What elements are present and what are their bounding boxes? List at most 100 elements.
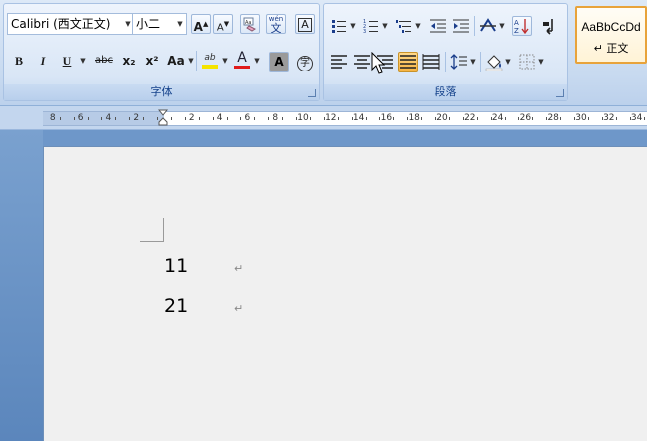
dialog-launcher-icon[interactable] xyxy=(556,89,564,97)
highlight-button[interactable]: ab xyxy=(200,50,220,70)
multilevel-list-icon xyxy=(396,20,411,33)
chevron-down-icon[interactable]: ▼ xyxy=(221,51,229,71)
ruler-tick-label: 20 xyxy=(436,113,448,123)
ruler-tick-label: 8 xyxy=(49,113,56,123)
bullets-button[interactable] xyxy=(329,16,349,36)
chevron-down-icon[interactable]: ▼ xyxy=(414,16,422,36)
separator xyxy=(474,16,475,36)
bold-button[interactable]: B xyxy=(9,51,29,71)
chevron-down-icon[interactable]: ▼ xyxy=(381,16,389,36)
chevron-down-icon[interactable]: ▼ xyxy=(498,16,506,36)
increase-indent-button[interactable] xyxy=(451,16,471,36)
ruler-tick-label: 12 xyxy=(325,113,337,123)
chevron-down-icon[interactable]: ▼ xyxy=(537,52,545,72)
chevron-down-icon[interactable]: ▼ xyxy=(469,52,477,72)
align-center-button[interactable] xyxy=(352,52,372,72)
underline-button[interactable]: U xyxy=(57,51,77,71)
ruler-minor-tick xyxy=(615,117,617,120)
sort-button[interactable]: AZ xyxy=(512,16,532,36)
ruler-minor-tick xyxy=(268,117,270,120)
separator xyxy=(445,52,446,72)
chinese-layout-button[interactable] xyxy=(478,16,498,36)
numbering-button[interactable]: 123 xyxy=(361,16,381,36)
decrease-indent-button[interactable] xyxy=(428,16,448,36)
distributed-button[interactable] xyxy=(421,52,441,72)
strikethrough-button[interactable]: abc xyxy=(92,51,116,71)
chevron-down-icon[interactable]: ▼ xyxy=(253,51,261,71)
char-shading-button[interactable]: A xyxy=(269,52,289,72)
ruler-minor-tick xyxy=(73,117,75,120)
margin-corner-mark xyxy=(140,218,164,242)
font-group: Calibri (西文正文) ▼ 小二 ▼ A▲ A▼ Aa wén 文 A B … xyxy=(3,3,320,101)
ruler-tick-label: 18 xyxy=(408,113,420,123)
style-normal-tile[interactable]: AaBbCcDd ↵ 正文 xyxy=(575,6,647,64)
document-line-2[interactable]: 21 xyxy=(164,295,188,317)
increase-indent-icon xyxy=(453,19,469,33)
borders-button[interactable] xyxy=(517,52,537,72)
line-spacing-button[interactable] xyxy=(449,52,469,72)
superscript-button[interactable]: x² xyxy=(142,51,162,71)
highlight-label: ab xyxy=(204,53,216,63)
style-preview-text: AaBbCcDd xyxy=(581,20,641,34)
horizontal-ruler[interactable]: 8 6 4 2 2 4 6 8 10 12 14 16 18 20 22 24 26 28 30 32 34 xyxy=(43,111,647,126)
ruler-tick-label: 28 xyxy=(547,113,559,123)
ruler-minor-tick xyxy=(379,117,381,120)
chevron-down-icon[interactable]: ▼ xyxy=(79,51,87,71)
ruler-tick-label: 4 xyxy=(216,113,223,123)
ruler-minor-tick xyxy=(476,117,478,120)
shrink-font-button[interactable]: A▼ xyxy=(213,14,233,34)
document-page[interactable] xyxy=(43,146,647,441)
chevron-down-icon[interactable]: ▼ xyxy=(504,52,512,72)
ruler-minor-tick xyxy=(393,117,395,120)
document-line-1[interactable]: 11 xyxy=(164,255,188,277)
subscript-button[interactable]: x₂ xyxy=(119,51,139,71)
highlight-color-bar xyxy=(202,65,218,69)
ruler-minor-tick xyxy=(240,117,242,120)
paragraph-group-label: 段落 xyxy=(324,84,567,100)
justify-icon xyxy=(400,55,416,69)
eraser-icon: Aa xyxy=(243,17,256,32)
font-name-value: Calibri (西文正文) xyxy=(11,17,111,31)
font-size-combo[interactable]: 小二 ▼ xyxy=(132,13,187,35)
align-left-button[interactable] xyxy=(329,52,349,72)
char-border-button[interactable]: A xyxy=(295,14,315,34)
svg-text:3: 3 xyxy=(363,29,366,35)
shading-button[interactable] xyxy=(484,52,504,72)
paint-bucket-icon xyxy=(485,55,503,71)
grow-font-button[interactable]: A▲ xyxy=(191,14,211,34)
multilevel-list-button[interactable] xyxy=(394,16,414,36)
italic-button[interactable]: I xyxy=(33,51,53,71)
border-icon xyxy=(519,54,535,70)
chevron-down-icon[interactable]: ▼ xyxy=(349,16,357,36)
phonetic-guide-button[interactable]: wén 文 xyxy=(266,14,286,34)
chevron-down-icon[interactable]: ▼ xyxy=(187,51,195,71)
enclose-char-button[interactable]: 字 xyxy=(295,52,315,72)
ruler-minor-tick xyxy=(351,117,353,120)
font-name-combo[interactable]: Calibri (西文正文) ▼ xyxy=(7,13,135,35)
show-marks-button[interactable] xyxy=(538,16,558,36)
ruler-minor-tick xyxy=(254,117,256,120)
justify-button[interactable] xyxy=(398,52,418,72)
ruler-tick-label: 2 xyxy=(133,113,140,123)
dialog-launcher-icon[interactable] xyxy=(308,89,316,97)
ribbon: Calibri (西文正文) ▼ 小二 ▼ A▲ A▼ Aa wén 文 A B … xyxy=(0,0,647,106)
ruler-minor-tick xyxy=(407,117,409,120)
ruler-minor-tick xyxy=(546,117,548,120)
font-color-button[interactable]: A xyxy=(232,50,252,70)
ruler-minor-tick xyxy=(448,117,450,120)
align-left-icon xyxy=(331,55,347,69)
ruler-minor-tick xyxy=(198,117,200,120)
ruler-tick-label: 32 xyxy=(603,113,615,123)
svg-text:Aa: Aa xyxy=(245,20,251,26)
svg-text:A: A xyxy=(514,19,519,27)
change-case-button[interactable]: Aa xyxy=(165,51,187,71)
ruler-minor-tick xyxy=(309,117,311,120)
clear-format-button[interactable]: Aa xyxy=(240,14,260,34)
ruler-tick-label: 14 xyxy=(352,113,365,123)
ruler-minor-tick xyxy=(574,117,576,120)
chevron-down-icon[interactable]: ▼ xyxy=(174,14,186,34)
ruler-tick-label: 6 xyxy=(244,113,251,123)
ruler-minor-tick xyxy=(421,117,423,120)
sort-icon: AZ xyxy=(514,19,529,35)
indent-marker-icon[interactable] xyxy=(158,109,168,129)
